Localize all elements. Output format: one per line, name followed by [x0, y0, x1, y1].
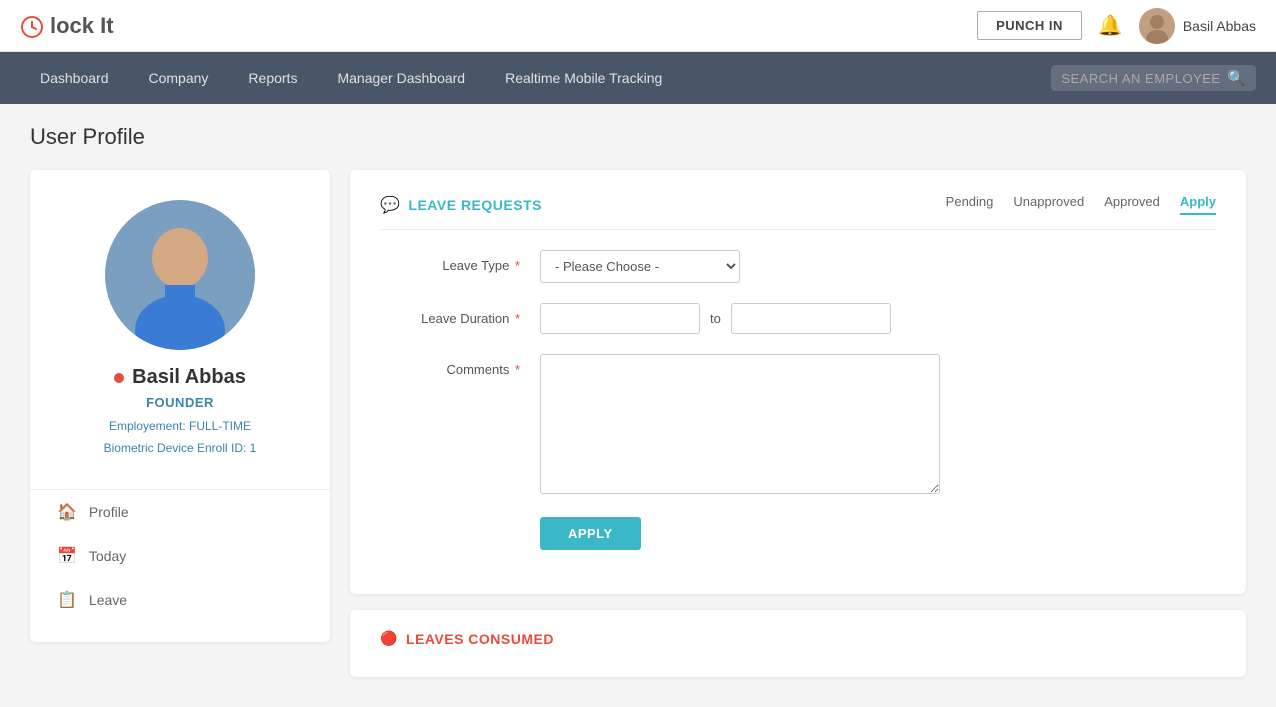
leaves-icon: 🔴: [380, 630, 398, 647]
online-status-dot: [114, 373, 124, 383]
apply-row: APPLY: [380, 517, 1216, 550]
leave-type-row: Leave Type * - Please Choose - Annual Le…: [380, 250, 1216, 283]
page-title: User Profile: [0, 104, 1276, 160]
user-menu[interactable]: Basil Abbas: [1139, 8, 1256, 44]
nav-item-company[interactable]: Company: [129, 52, 229, 104]
profile-role: FOUNDER: [146, 395, 214, 410]
logo-text: lock It: [50, 13, 114, 39]
leave-requests-tabs: Pending Unapproved Approved Apply: [946, 194, 1216, 215]
profile-nav-item-profile[interactable]: 🏠 Profile: [30, 490, 330, 534]
leave-duration-row: Leave Duration * to: [380, 303, 1216, 334]
user-name: Basil Abbas: [1183, 18, 1256, 34]
profile-nav-label-today: Today: [89, 548, 126, 564]
nav-item-realtime-tracking[interactable]: Realtime Mobile Tracking: [485, 52, 682, 104]
profile-nav-item-leave[interactable]: 📋 Leave: [30, 578, 330, 622]
content-area: Basil Abbas FOUNDER Employement: FULL-TI…: [0, 160, 1276, 707]
leave-requests-header: 💬 LEAVE REQUESTS Pending Unapproved Appr…: [380, 194, 1216, 230]
leaves-consumed-card: 🔴 LEAVES CONSUMED: [350, 610, 1246, 677]
leave-icon: 📋: [57, 590, 77, 610]
leave-duration-label: Leave Duration *: [380, 303, 540, 326]
tab-approved[interactable]: Approved: [1104, 194, 1160, 215]
search-input[interactable]: [1061, 71, 1221, 86]
leave-type-control: - Please Choose - Annual Leave Sick Leav…: [540, 250, 1216, 283]
profile-avatar-area: Basil Abbas FOUNDER Employement: FULL-TI…: [30, 170, 330, 479]
nav-item-dashboard[interactable]: Dashboard: [20, 52, 129, 104]
navbar: Dashboard Company Reports Manager Dashbo…: [0, 52, 1276, 104]
comments-control: [540, 354, 1216, 497]
notification-bell-icon[interactable]: 🔔: [1098, 13, 1123, 38]
required-marker: *: [511, 258, 520, 273]
leave-duration-to[interactable]: [731, 303, 891, 334]
nav-item-manager-dashboard[interactable]: Manager Dashboard: [317, 52, 485, 104]
tab-unapproved[interactable]: Unapproved: [1013, 194, 1084, 215]
main-panel: 💬 LEAVE REQUESTS Pending Unapproved Appr…: [350, 170, 1246, 677]
profile-name: Basil Abbas: [132, 366, 246, 389]
leave-type-label: Leave Type *: [380, 250, 540, 273]
required-marker-2: *: [511, 311, 520, 326]
apply-button[interactable]: APPLY: [540, 517, 641, 550]
leave-requests-title: 💬 LEAVE REQUESTS: [380, 195, 542, 215]
search-icon: 🔍: [1227, 69, 1246, 87]
employee-search[interactable]: 🔍: [1051, 65, 1256, 91]
leave-type-select[interactable]: - Please Choose - Annual Leave Sick Leav…: [540, 250, 740, 283]
leaves-consumed-title: 🔴 LEAVES CONSUMED: [380, 630, 1216, 647]
profile-nav-label-profile: Profile: [89, 504, 129, 520]
punch-in-button[interactable]: PUNCH IN: [977, 11, 1082, 40]
profile-nav-item-today[interactable]: 📅 Today: [30, 534, 330, 578]
required-marker-3: *: [511, 362, 520, 377]
topbar-right: PUNCH IN 🔔 Basil Abbas: [977, 8, 1256, 44]
logo-clock-icon: [20, 12, 46, 38]
comments-row: Comments *: [380, 354, 1216, 497]
app-logo[interactable]: lock It: [20, 12, 114, 38]
tab-apply[interactable]: Apply: [1180, 194, 1216, 215]
user-avatar: [1139, 8, 1175, 44]
leave-duration-from[interactable]: [540, 303, 700, 334]
profile-nav-label-leave: Leave: [89, 592, 127, 608]
apply-button-area: APPLY: [540, 517, 1216, 550]
comments-label: Comments *: [380, 354, 540, 377]
to-label: to: [710, 311, 721, 326]
leave-requests-title-text: LEAVE REQUESTS: [408, 197, 542, 213]
profile-name-area: Basil Abbas: [114, 366, 246, 389]
topbar: lock It PUNCH IN 🔔 Basil Abbas: [0, 0, 1276, 52]
nav-item-reports[interactable]: Reports: [228, 52, 317, 104]
comments-textarea[interactable]: [540, 354, 940, 494]
profile-meta: Employement: FULL-TIME Biometric Device …: [104, 416, 257, 459]
tab-pending[interactable]: Pending: [946, 194, 994, 215]
employment-info: Employement: FULL-TIME: [104, 416, 257, 438]
chat-icon: 💬: [380, 195, 400, 215]
profile-avatar: [105, 200, 255, 350]
calendar-icon: 📅: [57, 546, 77, 566]
leaves-consumed-title-text: LEAVES CONSUMED: [406, 631, 554, 647]
leave-requests-card: 💬 LEAVE REQUESTS Pending Unapproved Appr…: [350, 170, 1246, 594]
profile-card: Basil Abbas FOUNDER Employement: FULL-TI…: [30, 170, 330, 642]
biometric-info: Biometric Device Enroll ID: 1: [104, 438, 257, 460]
leave-duration-control: to: [540, 303, 1216, 334]
profile-nav: 🏠 Profile 📅 Today 📋 Leave: [30, 489, 330, 622]
home-icon: 🏠: [57, 502, 77, 522]
